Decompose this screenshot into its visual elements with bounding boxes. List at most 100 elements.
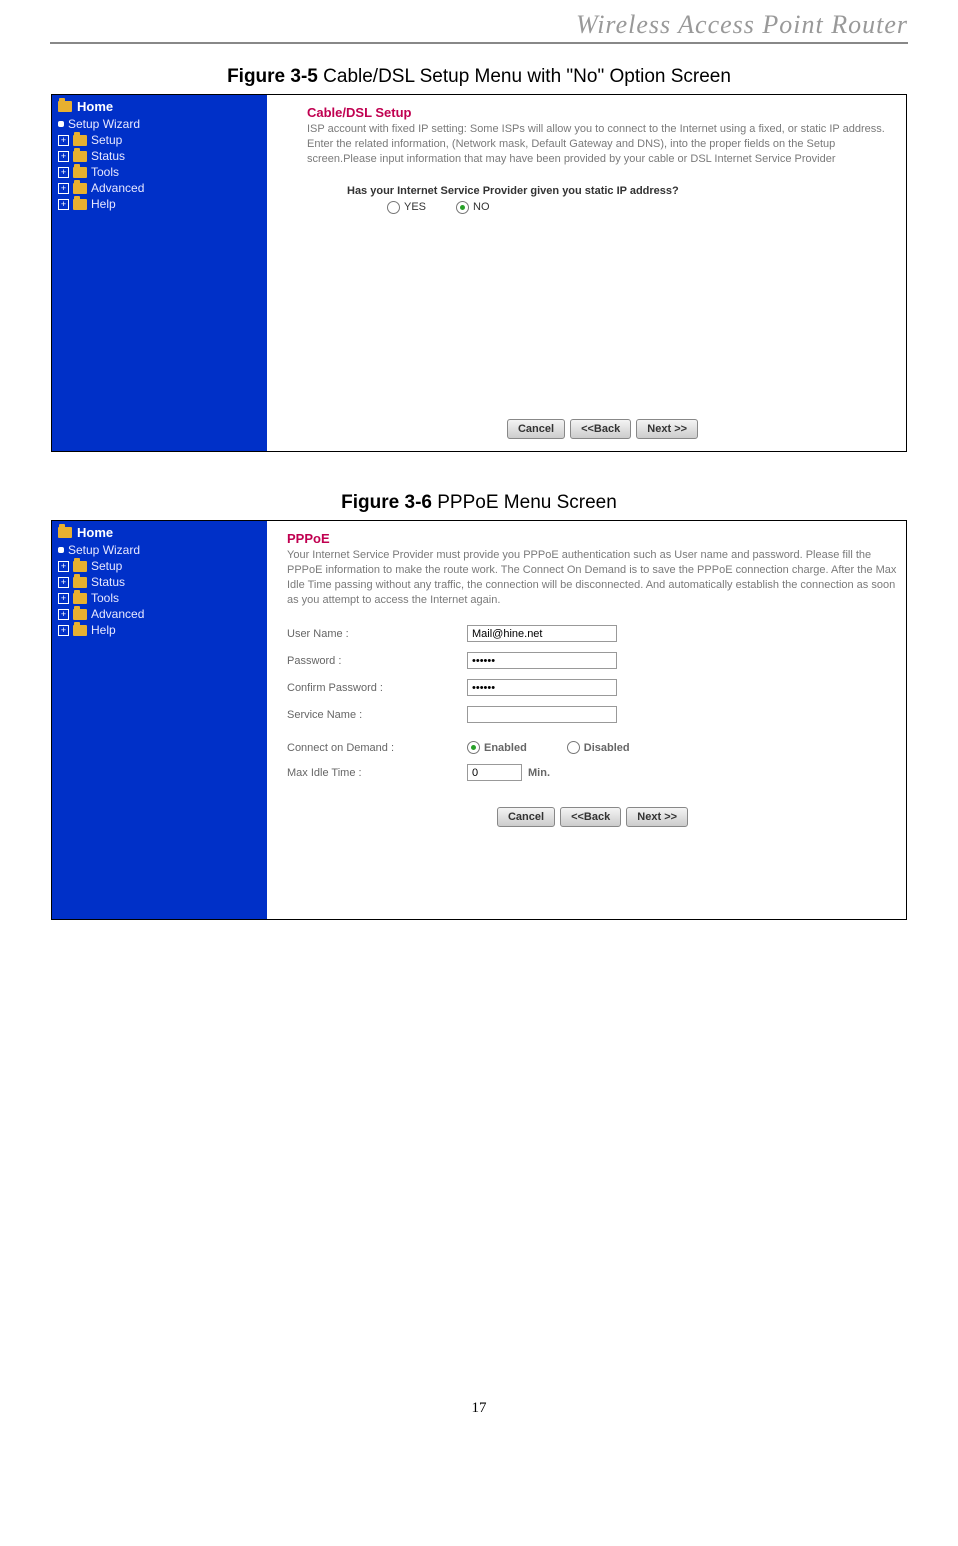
content-pane: PPPoE Your Internet Service Provider mus… (267, 521, 906, 919)
nav-item-label: Setup Wizard (68, 117, 140, 131)
nav-item-label: Status (91, 149, 125, 163)
folder-icon (73, 625, 87, 636)
radio-disabled[interactable]: Disabled (567, 741, 630, 754)
nav-item-label: Advanced (91, 181, 144, 195)
figure-3-5-label: Figure 3-5 (227, 66, 318, 87)
nav-sidebar: Home Setup Wizard + Setup + Status + Too… (52, 521, 267, 919)
folder-icon (73, 183, 87, 194)
nav-home-label: Home (77, 99, 113, 114)
cancel-button[interactable]: Cancel (507, 419, 565, 439)
enabled-label: Enabled (484, 742, 527, 754)
expand-icon: + (58, 199, 69, 210)
radio-no[interactable]: NO (456, 201, 490, 214)
max-idle-input[interactable] (467, 764, 522, 781)
folder-icon (73, 151, 87, 162)
radio-yes[interactable]: YES (387, 201, 426, 214)
folder-icon (73, 577, 87, 588)
nav-item-setup[interactable]: + Setup (52, 132, 267, 148)
expand-icon: + (58, 593, 69, 604)
nav-item-label: Help (91, 197, 116, 211)
nav-item-label: Advanced (91, 607, 144, 621)
radio-icon (567, 741, 580, 754)
nav-item-tools[interactable]: + Tools (52, 590, 267, 606)
folder-icon (58, 101, 72, 112)
nav-item-label: Setup (91, 559, 122, 573)
max-idle-label: Max Idle Time : (287, 767, 467, 779)
nav-item-label: Tools (91, 165, 119, 179)
figure-3-6-screenshot: Home Setup Wizard + Setup + Status + Too… (51, 520, 907, 920)
nav-item-setup-wizard[interactable]: Setup Wizard (52, 542, 267, 558)
nav-item-label: Setup (91, 133, 122, 147)
expand-icon: + (58, 577, 69, 588)
nav-home[interactable]: Home (52, 99, 267, 116)
cancel-button[interactable]: Cancel (497, 807, 555, 827)
expand-icon: + (58, 151, 69, 162)
nav-item-advanced[interactable]: + Advanced (52, 606, 267, 622)
expand-icon: + (58, 183, 69, 194)
confirm-password-label: Confirm Password : (287, 682, 467, 694)
page-description: Your Internet Service Provider must prov… (287, 548, 898, 607)
min-unit: Min. (528, 767, 550, 779)
figure-3-5-title: Cable/DSL Setup Menu with "No" Option Sc… (318, 66, 731, 87)
radio-icon (387, 201, 400, 214)
nav-item-setup[interactable]: + Setup (52, 558, 267, 574)
username-input[interactable] (467, 625, 617, 642)
next-button[interactable]: Next >> (636, 419, 698, 439)
nav-item-label: Help (91, 623, 116, 637)
nav-item-tools[interactable]: + Tools (52, 164, 267, 180)
expand-icon: + (58, 167, 69, 178)
content-pane: Cable/DSL Setup ISP account with fixed I… (267, 95, 906, 451)
nav-item-help[interactable]: + Help (52, 622, 267, 638)
radio-yes-label: YES (404, 201, 426, 213)
page-description: ISP account with fixed IP setting: Some … (307, 122, 898, 167)
bullet-icon (58, 547, 64, 553)
nav-item-label: Tools (91, 591, 119, 605)
radio-icon (467, 741, 480, 754)
page-number: 17 (50, 1400, 908, 1417)
nav-item-label: Setup Wizard (68, 543, 140, 557)
nav-item-status[interactable]: + Status (52, 574, 267, 590)
radio-icon (456, 201, 469, 214)
back-button[interactable]: <<Back (560, 807, 621, 827)
figure-3-6-label: Figure 3-6 (341, 492, 432, 513)
nav-item-advanced[interactable]: + Advanced (52, 180, 267, 196)
nav-home-label: Home (77, 525, 113, 540)
nav-item-setup-wizard[interactable]: Setup Wizard (52, 116, 267, 132)
button-bar: Cancel <<Back Next >> (287, 807, 898, 831)
expand-icon: + (58, 561, 69, 572)
password-input[interactable] (467, 652, 617, 669)
folder-icon (58, 527, 72, 538)
confirm-password-input[interactable] (467, 679, 617, 696)
disabled-label: Disabled (584, 742, 630, 754)
expand-icon: + (58, 135, 69, 146)
figure-3-5-screenshot: Home Setup Wizard + Setup + Status + Too… (51, 94, 907, 452)
header-banner: Wireless Access Point Router (50, 10, 908, 40)
connect-on-demand-label: Connect on Demand : (287, 742, 467, 754)
service-name-input[interactable] (467, 706, 617, 723)
radio-no-label: NO (473, 201, 490, 213)
radio-enabled[interactable]: Enabled (467, 741, 527, 754)
expand-icon: + (58, 609, 69, 620)
folder-icon (73, 135, 87, 146)
expand-icon: + (58, 625, 69, 636)
folder-icon (73, 609, 87, 620)
figure-3-6-title: PPPoE Menu Screen (432, 492, 617, 513)
nav-home[interactable]: Home (52, 525, 267, 542)
folder-icon (73, 199, 87, 210)
bullet-icon (58, 121, 64, 127)
static-ip-question: Has your Internet Service Provider given… (347, 185, 898, 197)
folder-icon (73, 593, 87, 604)
nav-item-label: Status (91, 575, 125, 589)
folder-icon (73, 561, 87, 572)
figure-3-6-caption: Figure 3-6 PPPoE Menu Screen (50, 492, 908, 514)
password-label: Password : (287, 655, 467, 667)
header-rule (50, 42, 908, 44)
folder-icon (73, 167, 87, 178)
nav-item-help[interactable]: + Help (52, 196, 267, 212)
next-button[interactable]: Next >> (626, 807, 688, 827)
nav-item-status[interactable]: + Status (52, 148, 267, 164)
nav-sidebar: Home Setup Wizard + Setup + Status + Too… (52, 95, 267, 451)
button-bar: Cancel <<Back Next >> (307, 419, 898, 443)
back-button[interactable]: <<Back (570, 419, 631, 439)
page-title: Cable/DSL Setup (307, 105, 898, 120)
